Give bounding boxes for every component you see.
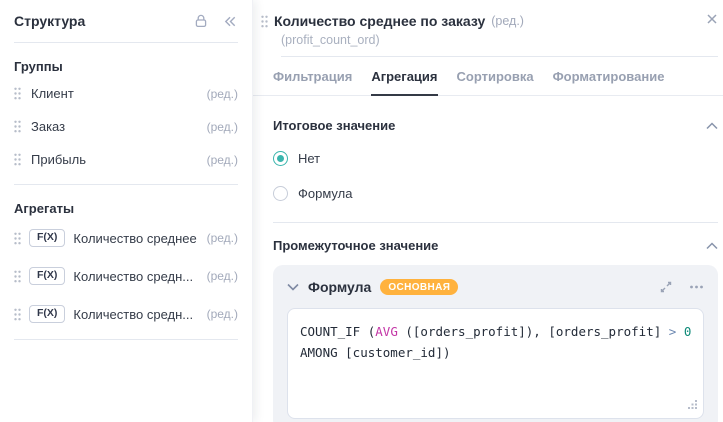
radio-selected-icon[interactable] — [273, 150, 288, 166]
panel-title-edit-link[interactable]: (ред.) — [491, 14, 524, 28]
intermediate-value-section-header: Промежуточное значение — [273, 238, 718, 253]
field-id-subtitle: (profit_count_ord) — [281, 33, 380, 47]
structure-sidebar: Структура Группы Клиент (ред.) Заказ (ре… — [0, 0, 253, 422]
tab-formatting[interactable]: Форматирование — [553, 66, 665, 95]
formula-code[interactable]: COUNT_IF (AVG ([orders_profit]), [orders… — [300, 321, 691, 363]
more-options-icon[interactable] — [689, 280, 704, 294]
aggregate-item[interactable]: F(X) Количество среднее (ред.) — [14, 219, 238, 257]
group-item-client[interactable]: Клиент (ред.) — [14, 77, 238, 110]
panel-title: Количество среднее по заказу — [274, 13, 486, 29]
total-value-section-header: Итоговое значение — [273, 118, 718, 133]
formula-badge: F(X) — [29, 305, 66, 323]
aggregates-heading: Агрегаты — [14, 201, 75, 216]
edit-link[interactable]: (ред.) — [207, 231, 238, 245]
chevron-up-icon[interactable] — [706, 241, 718, 250]
edit-link[interactable]: (ред.) — [207, 269, 238, 283]
collapse-sidebar-icon[interactable] — [223, 14, 238, 29]
radio-unselected-icon[interactable] — [273, 185, 288, 201]
dataset-field-editor: Структура Группы Клиент (ред.) Заказ (ре… — [0, 0, 723, 422]
radio-option-none[interactable]: Нет — [273, 148, 723, 168]
formula-card-title: Формула — [308, 278, 372, 295]
radio-label: Формула — [298, 185, 353, 201]
radio-option-formula[interactable]: Формула — [273, 183, 723, 203]
edit-link[interactable]: (ред.) — [207, 153, 238, 167]
formula-card-header: Формула ОСНОВНАЯ — [287, 265, 704, 308]
section-heading: Промежуточное значение — [273, 238, 439, 253]
formula-card: Формула ОСНОВНАЯ COUNT_IF (AVG ([orders_… — [273, 265, 719, 422]
aggregate-item[interactable]: F(X) Количество средн... (ред.) — [14, 257, 238, 295]
tab-aggregation[interactable]: Агрегация — [371, 66, 438, 96]
sidebar-header: Структура — [14, 0, 238, 42]
group-label: Заказ — [31, 119, 66, 134]
section-heading: Итоговое значение — [273, 118, 396, 133]
drag-handle-icon[interactable] — [14, 120, 21, 133]
chevron-down-icon[interactable] — [287, 283, 299, 291]
drag-handle-icon[interactable] — [14, 232, 21, 245]
close-icon[interactable] — [706, 13, 718, 25]
radio-label: Нет — [298, 150, 321, 166]
expand-icon[interactable] — [659, 280, 673, 294]
group-label: Прибыль — [31, 152, 86, 167]
aggregate-label: Количество среднее — [73, 230, 197, 246]
lock-icon[interactable] — [193, 13, 209, 29]
group-label: Клиент — [31, 86, 74, 101]
sidebar-title: Структура — [14, 13, 86, 29]
drag-handle-icon[interactable] — [14, 153, 21, 166]
sidebar-divider — [14, 184, 238, 185]
settings-tabs: Фильтрация Агрегация Сортировка Форматир… — [253, 66, 723, 96]
drag-handle-icon[interactable] — [14, 270, 21, 283]
aggregate-item[interactable]: F(X) Количество средн... (ред.) — [14, 295, 238, 333]
group-item-profit[interactable]: Прибыль (ред.) — [14, 143, 238, 176]
primary-badge: ОСНОВНАЯ — [380, 278, 459, 295]
drag-handle-icon[interactable] — [261, 15, 268, 28]
resize-grip-icon[interactable] — [687, 398, 698, 413]
panel-header: Количество среднее по заказу (ред.) (pro… — [253, 0, 723, 57]
header-divider — [281, 56, 719, 57]
edit-link[interactable]: (ред.) — [207, 307, 238, 321]
drag-handle-icon[interactable] — [14, 308, 21, 321]
sidebar-divider — [14, 339, 238, 340]
groups-heading: Группы — [14, 59, 63, 74]
group-item-order[interactable]: Заказ (ред.) — [14, 110, 238, 143]
chevron-up-icon[interactable] — [706, 121, 718, 130]
formula-badge: F(X) — [29, 267, 66, 285]
tab-sorting[interactable]: Сортировка — [457, 66, 534, 95]
sidebar-divider — [14, 42, 238, 43]
tab-filtering[interactable]: Фильтрация — [273, 66, 352, 95]
formula-code-editor[interactable]: COUNT_IF (AVG ([orders_profit]), [orders… — [287, 308, 705, 419]
field-settings-panel: Количество среднее по заказу (ред.) (pro… — [253, 0, 723, 422]
section-divider — [273, 222, 719, 223]
edit-link[interactable]: (ред.) — [207, 87, 238, 101]
formula-badge: F(X) — [29, 229, 66, 247]
drag-handle-icon[interactable] — [14, 87, 21, 100]
edit-link[interactable]: (ред.) — [207, 120, 238, 134]
aggregate-label: Количество средн... — [73, 268, 194, 284]
aggregate-label: Количество средн... — [73, 306, 194, 322]
